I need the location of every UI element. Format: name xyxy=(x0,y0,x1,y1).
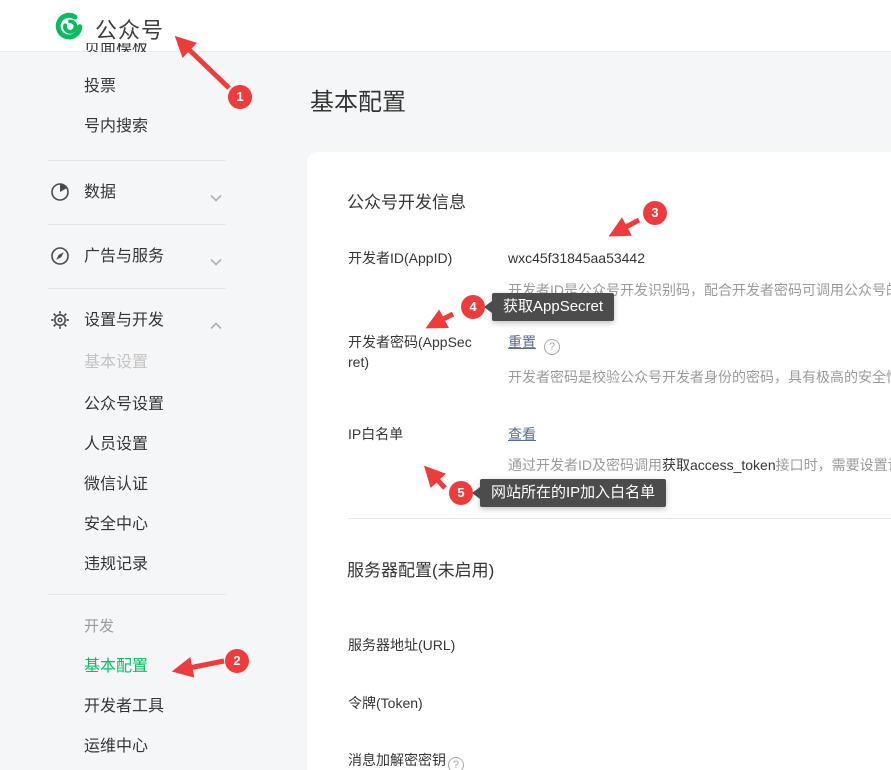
annotation-tooltip-ip-whitelist: 网站所在的IP加入白名单 xyxy=(480,479,666,507)
chevron-down-icon xyxy=(210,253,222,261)
reset-appsecret-link[interactable]: 重置 xyxy=(508,334,536,350)
appsecret-label: 开发者密码(AppSecret) xyxy=(348,332,474,372)
brand[interactable]: 公众号 xyxy=(55,12,164,45)
sidebar-group-settings-dev[interactable]: 设置与开发 xyxy=(50,309,226,333)
card-divider xyxy=(348,518,891,519)
sidebar-divider xyxy=(48,224,226,225)
annotation-tooltip-get-appsecret: 获取AppSecret xyxy=(492,293,614,321)
annotation-badge-3: 3 xyxy=(643,201,667,225)
view-ip-whitelist-link[interactable]: 查看 xyxy=(508,426,536,442)
basic-config-card: 公众号开发信息 开发者ID(AppID) wxc45f31845aa53442 … xyxy=(307,152,891,770)
pie-chart-icon xyxy=(50,182,70,202)
page-title: 基本配置 xyxy=(310,82,406,117)
sidebar-item-vote[interactable]: 投票 xyxy=(84,76,116,98)
sidebar: 投票 号内搜索 数据 广告与服务 xyxy=(0,52,307,770)
help-question-icon[interactable]: ? xyxy=(448,757,464,770)
annotation-badge-1: 1 xyxy=(228,85,252,109)
sidebar-divider xyxy=(48,594,226,595)
token-label: 令牌(Token) xyxy=(348,693,423,713)
chevron-up-icon xyxy=(210,317,222,325)
sidebar-divider xyxy=(48,160,226,161)
sidebar-divider xyxy=(48,288,226,289)
ip-whitelist-description: 通过开发者ID及密码调用获取access_token接口时，需要设置访问来源IP… xyxy=(508,455,891,475)
ip-whitelist-label: IP白名单 xyxy=(348,424,403,444)
section-title-dev-info: 公众号开发信息 xyxy=(347,188,466,213)
annotation-badge-4: 4 xyxy=(461,295,485,319)
sidebar-item-wechat-verification[interactable]: 微信认证 xyxy=(84,474,148,496)
sidebar-item-violation-records[interactable]: 违规记录 xyxy=(84,554,148,576)
sidebar-group-ads-services[interactable]: 广告与服务 xyxy=(50,245,226,269)
sidebar-group-data[interactable]: 数据 xyxy=(50,181,226,205)
sidebar-item-ops-center[interactable]: 运维中心 xyxy=(84,736,148,758)
sidebar-item-security-center[interactable]: 安全中心 xyxy=(84,514,148,536)
sidebar-item-basic-configuration[interactable]: 基本配置 xyxy=(84,656,148,678)
sidebar-item-account-settings[interactable]: 公众号设置 xyxy=(84,394,164,416)
sidebar-item-in-account-search[interactable]: 号内搜索 xyxy=(84,116,148,138)
aes-key-label: 消息加解密密钥? xyxy=(348,750,464,770)
chevron-down-icon xyxy=(210,189,222,197)
sidebar-item-staff-settings[interactable]: 人员设置 xyxy=(84,434,148,456)
appsecret-description: 开发者密码是校验公众号开发者身份的密码，具有极高的安全性。切记勿把密码直接交给第… xyxy=(508,367,891,387)
gear-icon xyxy=(50,310,70,330)
sidebar-item-basic-settings[interactable]: 基本设置 xyxy=(84,352,148,374)
annotation-badge-5: 5 xyxy=(449,481,473,505)
help-question-icon[interactable]: ? xyxy=(544,339,560,355)
wechat-official-account-logo-icon xyxy=(55,12,83,45)
appid-value: wxc45f31845aa53442 xyxy=(508,248,645,268)
appid-label: 开发者ID(AppID) xyxy=(348,248,452,268)
appsecret-actions: 重置? xyxy=(508,332,560,355)
ip-whitelist-actions: 查看 xyxy=(508,424,536,444)
annotation-badge-2: 2 xyxy=(225,649,249,673)
sidebar-item-developer-tools[interactable]: 开发者工具 xyxy=(84,696,164,718)
compass-icon xyxy=(50,246,70,266)
server-url-label: 服务器地址(URL) xyxy=(348,635,455,655)
brand-title: 公众号 xyxy=(95,13,164,45)
sidebar-section-label-development: 开发 xyxy=(84,616,114,638)
section-title-server-config: 服务器配置(未启用) xyxy=(347,556,494,581)
get-access-token-text: 获取access_token xyxy=(662,457,776,473)
sidebar-item-clipped[interactable]: 页面模板 xyxy=(84,43,180,52)
